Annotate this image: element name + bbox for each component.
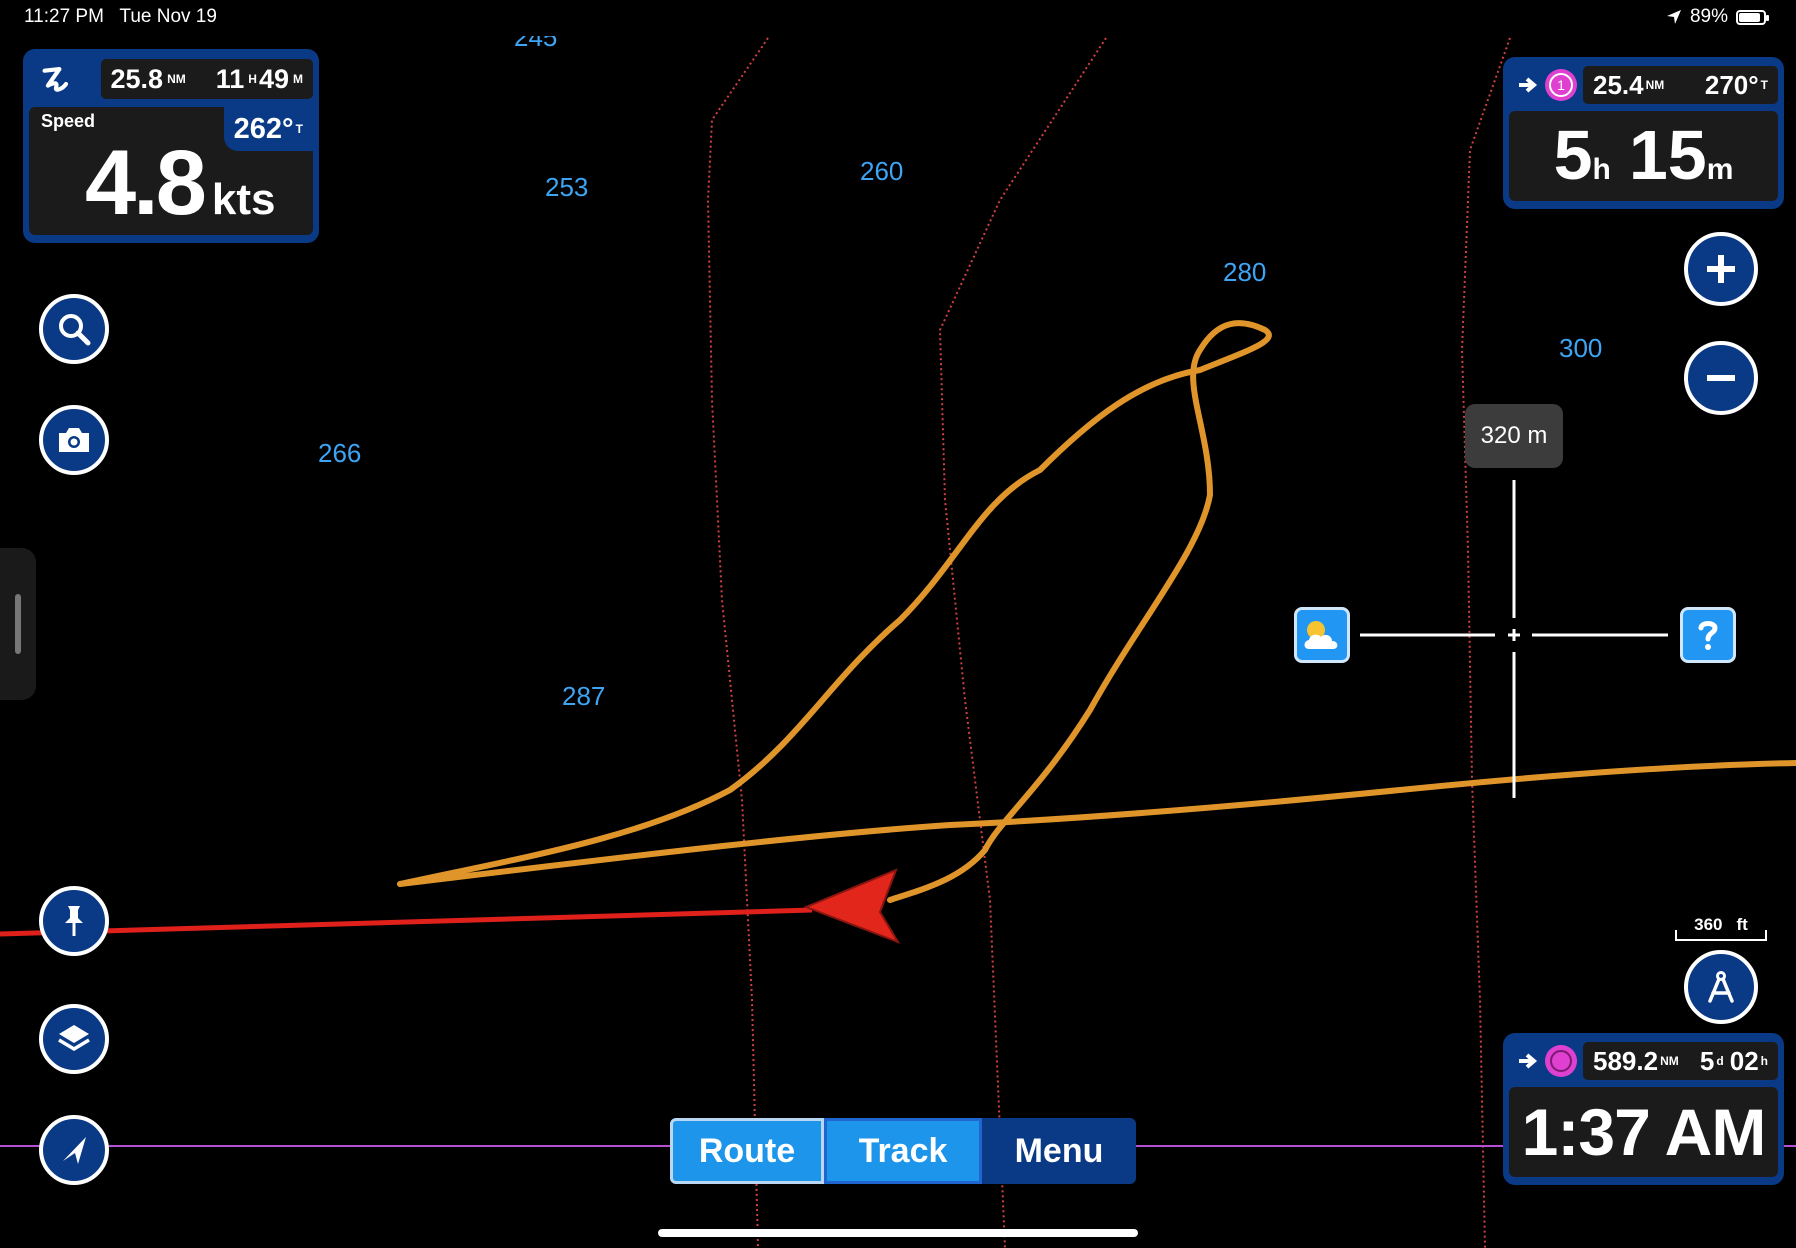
drop-pin-button[interactable] xyxy=(39,886,109,956)
compass-icon xyxy=(1708,971,1734,1003)
waypoint-distance-unit: NM xyxy=(1645,78,1665,92)
destination-marker-icon xyxy=(1545,1045,1577,1077)
menu-button[interactable]: Menu xyxy=(982,1118,1136,1184)
elapsed-hours-unit: H xyxy=(248,72,257,86)
layers-button[interactable] xyxy=(39,1004,109,1074)
depth-label: 287 xyxy=(562,681,606,711)
depth-label: 300 xyxy=(1559,333,1603,363)
battery-percent: 89% xyxy=(1689,6,1728,27)
track-button[interactable]: Track xyxy=(824,1118,982,1184)
speed-panel[interactable]: 25.8 NM 11 H 49 M Speed 262° T 4.8 kts xyxy=(23,49,319,243)
location-arrow-icon xyxy=(63,1137,86,1164)
status-time: 11:27 PM xyxy=(24,6,104,27)
eta-minutes-unit: m xyxy=(1706,153,1734,186)
weather-icon xyxy=(1304,621,1338,649)
search-button[interactable] xyxy=(39,294,109,364)
boat-arrow-icon[interactable] xyxy=(803,868,901,944)
app-logo-icon xyxy=(42,67,69,92)
depth-label: 280 xyxy=(1223,257,1267,287)
status-date: Tue Nov 19 xyxy=(119,6,217,27)
pin-icon xyxy=(65,906,83,936)
bottom-toolbar: Route Track Menu xyxy=(670,1118,1136,1184)
question-icon xyxy=(1698,621,1718,650)
side-drawer-handle[interactable] xyxy=(0,548,36,700)
plus-icon xyxy=(1707,255,1735,283)
speed-label: Speed xyxy=(41,111,96,131)
waypoint-panel[interactable]: 1 25.4 NM 270° T 5 h 15 m xyxy=(1503,57,1784,209)
scale-label: 360 ft xyxy=(1676,915,1766,935)
track-line[interactable] xyxy=(397,760,1796,887)
scale-value: 360 xyxy=(1694,915,1723,934)
location-services-icon xyxy=(1666,10,1681,24)
arrival-time: 1:37 AM xyxy=(1521,1095,1767,1169)
route-button[interactable]: Route xyxy=(670,1118,824,1184)
weather-button[interactable] xyxy=(1294,607,1350,663)
arrow-right-icon xyxy=(1519,77,1538,93)
heading-unit: T xyxy=(295,122,303,136)
duration-days: 5 xyxy=(1699,1045,1715,1076)
scale-unit: ft xyxy=(1736,915,1748,934)
locate-button[interactable] xyxy=(39,1115,109,1185)
log-chip: 25.8 NM 11 H 49 M xyxy=(100,59,313,99)
eta-readout: 5 h 15 m xyxy=(1509,111,1778,201)
battery-icon xyxy=(1736,9,1769,25)
depth-label: 260 xyxy=(860,156,904,186)
speed-readout: Speed 262° T 4.8 kts xyxy=(29,107,313,235)
depth-contour xyxy=(706,37,769,1248)
layers-icon xyxy=(58,1025,90,1052)
eta-minutes: 15 xyxy=(1628,116,1707,194)
arrival-time-readout: 1:37 AM xyxy=(1509,1087,1778,1177)
status-time-date: 11:27 PM Tue Nov 19 xyxy=(24,6,217,28)
waypoint-chip: 25.4 NM 270° T xyxy=(1583,66,1778,104)
elapsed-minutes: 49 xyxy=(258,63,289,94)
arrival-distance-unit: NM xyxy=(1660,1054,1679,1068)
arrow-right-icon xyxy=(1519,1053,1538,1069)
speed-value: 4.8 xyxy=(85,132,207,234)
waypoint-number: 1 xyxy=(1549,73,1573,97)
waypoint-bearing-unit: T xyxy=(1760,78,1768,92)
help-button[interactable] xyxy=(1680,607,1736,663)
zoom-out-button[interactable] xyxy=(1684,341,1758,415)
elapsed-hours: 11 xyxy=(215,63,245,94)
speed-unit: kts xyxy=(211,175,276,224)
waypoint-marker-icon: 1 xyxy=(1545,69,1577,101)
depth-label: 266 xyxy=(318,438,362,468)
arrival-chip: 589.2 NM 5 d 02 h xyxy=(1583,1042,1778,1080)
waypoint-distance: 25.4 xyxy=(1593,69,1644,100)
log-distance: 25.8 xyxy=(110,63,164,94)
measure-button[interactable] xyxy=(1684,950,1758,1024)
eta-hours-unit: h xyxy=(1592,153,1611,186)
arrival-distance: 589.2 xyxy=(1593,1045,1659,1076)
duration-hours: 02 xyxy=(1729,1045,1759,1076)
camera-button[interactable] xyxy=(39,405,109,475)
waypoint-bearing: 270° xyxy=(1704,69,1759,100)
search-icon xyxy=(59,314,91,346)
arrival-panel[interactable]: 589.2 NM 5 d 02 h 1:37 AM xyxy=(1503,1033,1784,1185)
camera-icon xyxy=(59,428,89,452)
depth-contour xyxy=(938,37,1107,1248)
duration-days-unit: d xyxy=(1716,1054,1724,1068)
eta-hours: 5 xyxy=(1553,116,1593,194)
heading-line xyxy=(0,907,813,937)
zoom-in-button[interactable] xyxy=(1684,232,1758,306)
cursor-distance-tooltip: 320 m xyxy=(1465,404,1563,468)
cursor-crosshair[interactable] xyxy=(1360,480,1668,798)
home-indicator[interactable] xyxy=(658,1229,1138,1237)
duration-hours-unit: h xyxy=(1760,1054,1768,1068)
status-indicators: 89% xyxy=(1666,6,1769,28)
log-distance-unit: NM xyxy=(167,72,186,86)
depth-label: 253 xyxy=(545,172,589,202)
minus-icon xyxy=(1707,375,1735,381)
elapsed-minutes-unit: M xyxy=(293,72,303,86)
